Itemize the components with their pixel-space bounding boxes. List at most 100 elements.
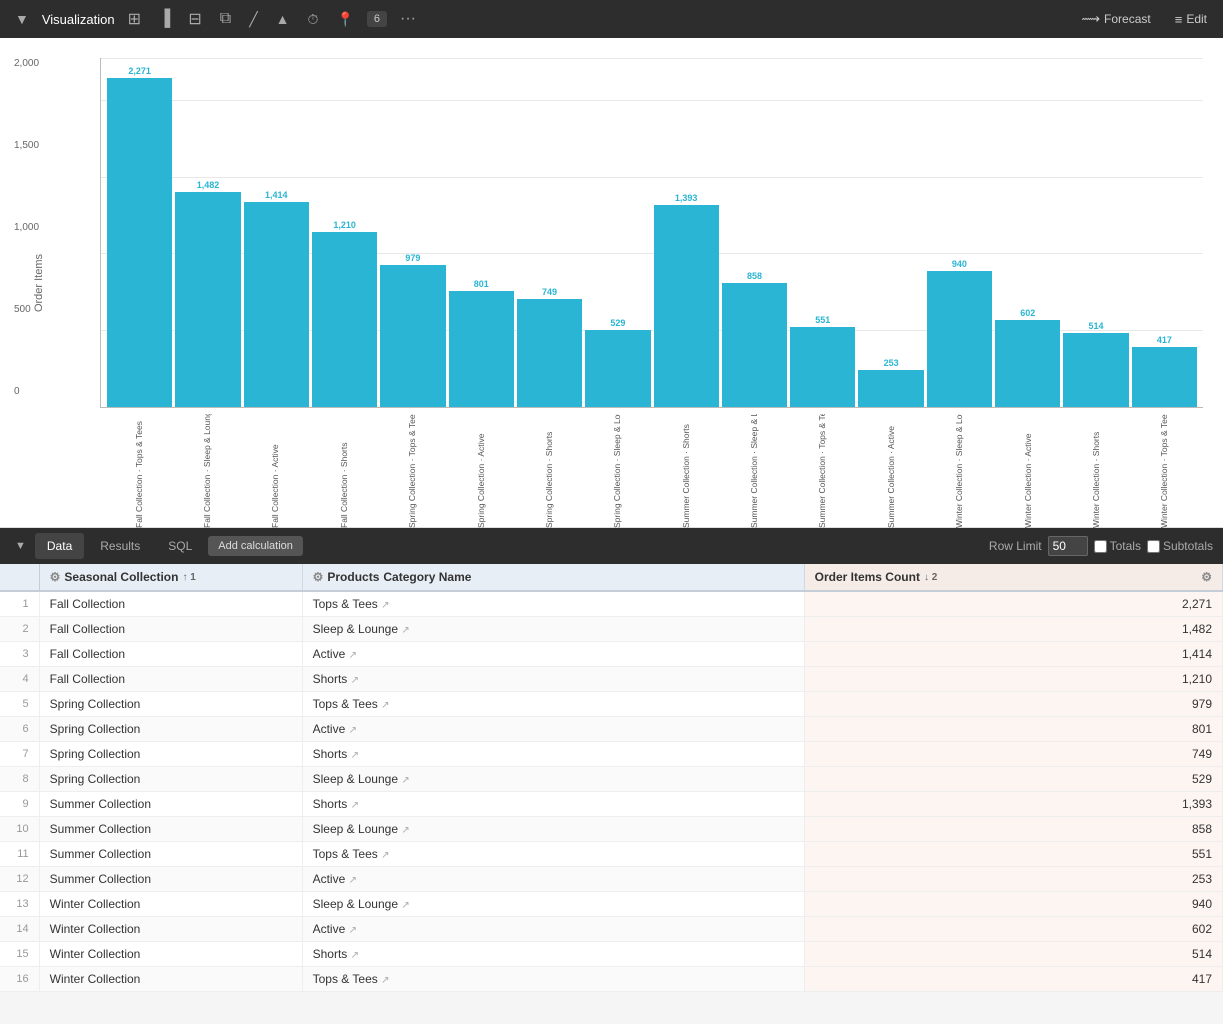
th-seasonal[interactable]: ⚙ Seasonal Collection ↑ 1 (39, 564, 302, 591)
x-label-item-7: Spring Collection · Sleep & Lounge (585, 408, 650, 528)
x-label-text-11: Summer Collection · Active (886, 414, 896, 528)
bar-rect-14[interactable] (1063, 333, 1128, 407)
cell-num-9: 9 (0, 792, 39, 817)
table-body: 1 Fall Collection Tops & Tees ↗ 2,271 2 … (0, 591, 1223, 992)
cell-seasonal-16: Winter Collection (39, 967, 302, 992)
cell-product-2: Sleep & Lounge ↗ (302, 617, 804, 642)
cell-count-5: 979 (804, 692, 1222, 717)
chart-plot-area: 2,2711,4821,4141,2109798017495291,393858… (100, 58, 1203, 408)
th-product-label: Products (327, 570, 379, 584)
cell-product-12: Active ↗ (302, 867, 804, 892)
bar-rect-4[interactable] (380, 265, 445, 407)
data-dropdown-icon[interactable]: ▼ (10, 537, 31, 555)
row-limit-input[interactable] (1048, 536, 1088, 556)
bar-rect-6[interactable] (517, 299, 582, 408)
bar-value-5: 801 (474, 279, 489, 289)
main-toolbar: ▼ Visualization ⊞ ▐ ⊟ ⧉ ╱ ▲ ⏱ 📍 6 ··· ⟿ … (0, 0, 1223, 38)
bar-value-1: 1,482 (197, 180, 220, 190)
bar-value-2: 1,414 (265, 190, 288, 200)
bar-rect-3[interactable] (312, 232, 377, 407)
bar-group-3: 1,210 (312, 78, 377, 407)
x-label-item-1: Fall Collection · Sleep & Lounge (174, 408, 239, 528)
totals-checkbox[interactable] (1094, 540, 1107, 553)
bar-rect-7[interactable] (585, 330, 650, 407)
bar-rect-5[interactable] (449, 291, 514, 407)
y-tick-500: 500 (14, 304, 39, 315)
cell-product-14: Active ↗ (302, 917, 804, 942)
y-tick-2000: 2,000 (14, 58, 39, 69)
forecast-button[interactable]: ⟿ Forecast (1075, 8, 1156, 30)
visualization-title: Visualization (42, 12, 115, 27)
th-count-inner: Order Items Count ↓ 2 ⚙ (815, 570, 1212, 584)
bar-rect-10[interactable] (790, 327, 855, 407)
th-count[interactable]: Order Items Count ↓ 2 ⚙ (804, 564, 1222, 591)
cell-num-14: 14 (0, 917, 39, 942)
bar-rect-9[interactable] (722, 283, 787, 407)
grid-line-top (101, 58, 1203, 59)
table-header-row: ⚙ Seasonal Collection ↑ 1 ⚙ Products Cat… (0, 564, 1223, 591)
tab-data[interactable]: Data (35, 533, 84, 559)
gear-icon-seasonal[interactable]: ⚙ (50, 570, 61, 584)
bar-chart-icon[interactable]: ▐ (154, 7, 175, 31)
bar-rect-2[interactable] (244, 202, 309, 407)
add-calculation-button[interactable]: Add calculation (208, 536, 303, 556)
area-chart-icon[interactable]: ▲ (271, 8, 295, 30)
more-options-icon[interactable]: ··· (395, 7, 421, 31)
table-row: 15 Winter Collection Shorts ↗ 514 (0, 942, 1223, 967)
toolbar-left: ▼ Visualization ⊞ ▐ ⊟ ⧉ ╱ ▲ ⏱ 📍 6 ··· (10, 6, 1067, 32)
sort-desc-icon: ↓ 2 (924, 572, 937, 583)
cell-count-3: 1,414 (804, 642, 1222, 667)
bar-rect-1[interactable] (175, 192, 240, 407)
cell-seasonal-4: Fall Collection (39, 667, 302, 692)
bar-group-4: 979 (380, 78, 445, 407)
bar-value-4: 979 (405, 253, 420, 263)
clock-icon[interactable]: ⏱ (303, 8, 324, 31)
bar-rect-15[interactable] (1132, 347, 1197, 407)
th-product-inner: ⚙ Products Category Name (313, 570, 794, 584)
dropdown-arrow-icon[interactable]: ▼ (10, 8, 34, 30)
subtotals-checkbox[interactable] (1147, 540, 1160, 553)
totals-checkbox-label[interactable]: Totals (1094, 539, 1141, 553)
cell-count-7: 749 (804, 742, 1222, 767)
map-pin-icon[interactable]: 📍 (331, 8, 358, 31)
bar-rect-12[interactable] (927, 271, 992, 407)
cell-count-12: 253 (804, 867, 1222, 892)
cell-count-13: 940 (804, 892, 1222, 917)
table-view-icon[interactable]: ⊞ (123, 6, 146, 32)
x-label-text-6: Spring Collection · Shorts (544, 414, 554, 528)
cell-seasonal-7: Spring Collection (39, 742, 302, 767)
badge-icon[interactable]: 6 (367, 11, 387, 27)
table-row: 16 Winter Collection Tops & Tees ↗ 417 (0, 967, 1223, 992)
table-row: 2 Fall Collection Sleep & Lounge ↗ 1,482 (0, 617, 1223, 642)
bar-group-7: 529 (585, 78, 650, 407)
tab-sql[interactable]: SQL (156, 533, 204, 559)
cell-count-15: 514 (804, 942, 1222, 967)
x-label-text-1: Fall Collection · Sleep & Lounge (202, 414, 212, 528)
edit-button[interactable]: ≡ Edit (1169, 9, 1213, 30)
scatter-icon[interactable]: ⧉ (215, 7, 236, 31)
tab-results[interactable]: Results (88, 533, 152, 559)
table-row: 13 Winter Collection Sleep & Lounge ↗ 94… (0, 892, 1223, 917)
bar-rect-11[interactable] (858, 370, 923, 407)
grid-view-icon[interactable]: ⊟ (183, 6, 206, 32)
data-toolbar: ▼ Data Results SQL Add calculation Row L… (0, 528, 1223, 564)
th-product[interactable]: ⚙ Products Category Name (302, 564, 804, 591)
gear-icon-count[interactable]: ⚙ (1201, 570, 1212, 584)
bar-group-8: 1,393 (654, 78, 719, 407)
cell-num-8: 8 (0, 767, 39, 792)
cell-count-14: 602 (804, 917, 1222, 942)
bar-rect-13[interactable] (995, 320, 1060, 407)
table-row: 12 Summer Collection Active ↗ 253 (0, 867, 1223, 892)
bar-rect-0[interactable] (107, 78, 172, 407)
gear-icon-product[interactable]: ⚙ (313, 570, 324, 584)
bar-value-0: 2,271 (128, 66, 151, 76)
cell-seasonal-13: Winter Collection (39, 892, 302, 917)
cell-num-3: 3 (0, 642, 39, 667)
subtotals-checkbox-label[interactable]: Subtotals (1147, 539, 1213, 553)
totals-label: Totals (1110, 539, 1141, 553)
y-tick-1500: 1,500 (14, 140, 39, 151)
bar-group-10: 551 (790, 78, 855, 407)
bar-rect-8[interactable] (654, 205, 719, 407)
line-chart-icon[interactable]: ╱ (244, 8, 262, 31)
cell-count-2: 1,482 (804, 617, 1222, 642)
